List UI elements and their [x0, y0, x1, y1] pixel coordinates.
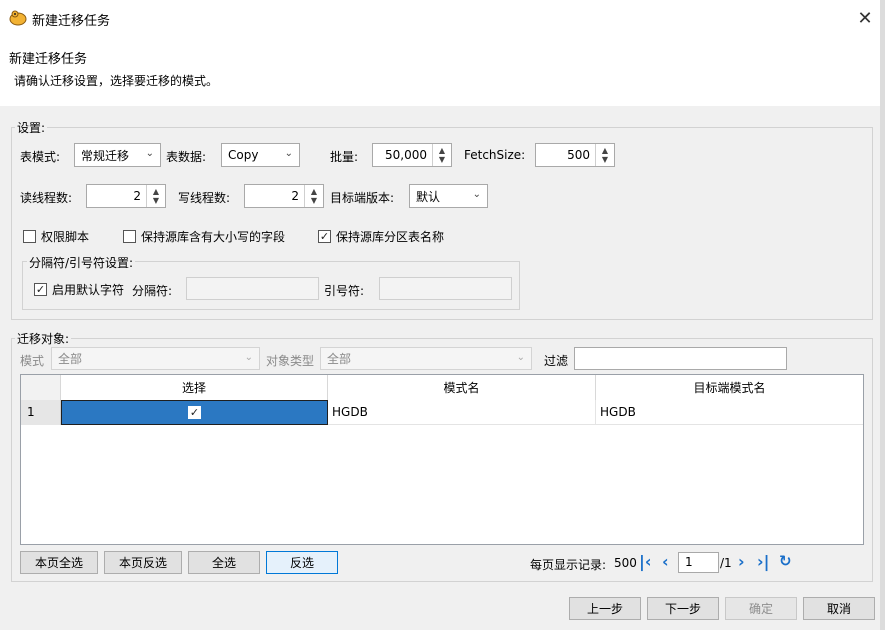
chevron-down-icon: ⌄: [516, 352, 525, 363]
next-page-icon[interactable]: ›: [738, 554, 745, 570]
target-schema-cell[interactable]: HGDB: [596, 400, 863, 425]
next-step-button[interactable]: 下一步: [647, 597, 719, 620]
table-mode-select[interactable]: 常规迁移 ⌄: [74, 143, 161, 167]
app-icon: [9, 10, 27, 26]
prev-step-button[interactable]: 上一步: [569, 597, 641, 620]
column-header-schema[interactable]: 模式名: [328, 375, 596, 400]
checkbox-use-default-chars[interactable]: ✓ 启用默认字符: [34, 281, 124, 298]
close-icon: ✕: [857, 7, 873, 29]
write-threads-value: 2: [291, 189, 299, 203]
spinner-arrows-icon[interactable]: ▲ ▼: [432, 144, 451, 166]
mode-select[interactable]: 全部 ⌄: [51, 347, 260, 370]
total-pages: /1: [720, 556, 732, 570]
spinner-arrows-icon[interactable]: ▲ ▼: [304, 185, 323, 207]
fetchsize-value: 500: [567, 148, 590, 162]
column-header-target-schema[interactable]: 目标端模式名: [596, 375, 863, 400]
table-header: 选择 模式名 目标端模式名: [21, 375, 863, 400]
checkbox-label: 启用默认字符: [52, 283, 125, 297]
object-type-value: 全部: [327, 352, 352, 366]
write-threads-spinner[interactable]: 2 ▲ ▼: [244, 184, 324, 208]
prev-page-icon[interactable]: ‹: [662, 554, 669, 570]
checkbox-box[interactable]: ✓: [34, 283, 47, 296]
table-mode-label: 表模式:: [20, 150, 61, 164]
read-threads-label: 读线程数:: [20, 191, 73, 205]
select-cell[interactable]: ✓: [61, 400, 328, 425]
spinner-arrows-icon[interactable]: ▲ ▼: [146, 185, 165, 207]
fetchsize-label: FetchSize:: [464, 148, 526, 162]
checkbox-label: 保持源库含有大小写的字段: [141, 230, 286, 244]
checkbox-keep-case-fields[interactable]: 保持源库含有大小写的字段: [123, 228, 285, 245]
checkbox-label: 权限脚本: [41, 230, 90, 244]
target-version-value: 默认: [416, 189, 441, 204]
check-icon: ✓: [189, 406, 200, 419]
schema-cell[interactable]: HGDB: [328, 400, 596, 425]
page-number-input[interactable]: 1: [678, 552, 719, 573]
filter-label: 过滤: [544, 354, 569, 368]
row-checkbox[interactable]: ✓: [188, 406, 201, 419]
target-version-label: 目标端版本:: [330, 191, 395, 205]
checkbox-keep-partition-names[interactable]: ✓ 保持源库分区表名称: [318, 228, 444, 245]
mode-value: 全部: [58, 352, 83, 366]
chevron-down-icon: ⌄: [284, 148, 293, 159]
table-data-value: Copy: [228, 148, 259, 162]
page-description: 请确认迁移设置，选择要迁移的模式。: [14, 74, 219, 88]
window-title: 新建迁移任务: [32, 14, 111, 29]
chevron-down-icon: ⌄: [145, 148, 154, 159]
last-page-icon[interactable]: ›|: [757, 554, 769, 570]
row-number: 1: [21, 400, 61, 425]
checkbox-label: 保持源库分区表名称: [336, 230, 445, 244]
table-data-select[interactable]: Copy ⌄: [221, 143, 300, 167]
target-version-select[interactable]: 默认 ⌄: [409, 184, 488, 208]
settings-legend: 设置:: [15, 119, 48, 136]
wizard-header: 新建迁移任务 请确认迁移设置，选择要迁移的模式。: [0, 36, 885, 106]
checkbox-box[interactable]: [123, 230, 136, 243]
table-row[interactable]: 1 ✓ HGDB HGDB: [21, 400, 863, 425]
objects-table: 选择 模式名 目标端模式名 1 ✓ HGDB HGDB: [20, 374, 864, 545]
read-threads-spinner[interactable]: 2 ▲ ▼: [86, 184, 166, 208]
chevron-down-icon: ⌄: [472, 189, 481, 200]
write-threads-label: 写线程数:: [178, 191, 231, 205]
select-page-button[interactable]: 本页全选: [20, 551, 98, 574]
batch-spinner[interactable]: 50,000 ▲ ▼: [372, 143, 452, 167]
separator-label: 分隔符:: [132, 284, 173, 298]
check-icon: ✓: [35, 283, 46, 296]
invert-all-button[interactable]: 反选: [266, 551, 338, 574]
delimiter-legend: 分隔符/引号符设置:: [27, 254, 136, 271]
checkbox-box[interactable]: [23, 230, 36, 243]
refresh-icon[interactable]: ↻: [779, 553, 792, 569]
page-title: 新建迁移任务: [9, 52, 88, 67]
chevron-down-icon: ⌄: [244, 352, 253, 363]
window-edge: [880, 0, 885, 630]
first-page-icon[interactable]: |‹: [639, 554, 651, 570]
separator-input[interactable]: [186, 277, 319, 300]
checkbox-box[interactable]: ✓: [318, 230, 331, 243]
mode-label: 模式: [20, 354, 45, 368]
read-threads-value: 2: [133, 189, 141, 203]
close-button[interactable]: ✕: [845, 0, 885, 36]
check-icon: ✓: [319, 230, 330, 243]
quote-label: 引号符:: [324, 284, 365, 298]
fetchsize-spinner[interactable]: 500 ▲ ▼: [535, 143, 615, 167]
quote-input[interactable]: [379, 277, 512, 300]
select-all-button[interactable]: 全选: [188, 551, 260, 574]
object-type-label: 对象类型: [266, 354, 315, 368]
invert-page-button[interactable]: 本页反选: [104, 551, 182, 574]
filter-input[interactable]: [574, 347, 787, 370]
table-mode-value: 常规迁移: [81, 148, 130, 163]
row-number-header: [21, 375, 61, 400]
per-page-value: 500: [614, 556, 637, 570]
cancel-button[interactable]: 取消: [803, 597, 875, 620]
column-header-select[interactable]: 选择: [61, 375, 328, 400]
spinner-arrows-icon[interactable]: ▲ ▼: [595, 144, 614, 166]
ok-button[interactable]: 确定: [725, 597, 797, 620]
object-type-select[interactable]: 全部 ⌄: [320, 347, 532, 370]
batch-value: 50,000: [385, 148, 427, 162]
title-bar: 新建迁移任务 ✕: [0, 0, 885, 36]
per-page-label: 每页显示记录:: [530, 558, 607, 572]
objects-legend: 迁移对象:: [15, 330, 72, 347]
batch-label: 批量:: [330, 150, 359, 164]
table-data-label: 表数据:: [166, 150, 207, 164]
checkbox-permission-script[interactable]: 权限脚本: [23, 228, 89, 245]
